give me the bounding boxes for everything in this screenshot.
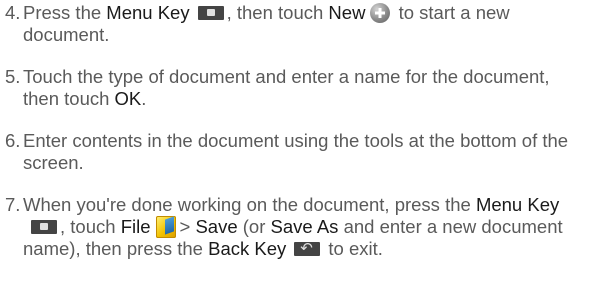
step-text: When you're done working on the document…: [23, 194, 585, 260]
step-text-segment: Touch the type of document and enter a n…: [23, 66, 550, 109]
step-text-segment: , then touch: [226, 2, 324, 23]
menu-key-icon: [197, 6, 224, 20]
new-label: New: [328, 2, 366, 23]
save-as-label: Save As: [270, 216, 339, 237]
step-6: 6. Enter contents in the document using …: [5, 130, 585, 174]
step-7: 7. When you're done working on the docum…: [5, 194, 585, 260]
step-text-segment: (or: [242, 216, 266, 237]
step-number: 4.: [5, 2, 21, 23]
back-key-icon: [294, 238, 321, 258]
back-key-label: Back Key: [208, 238, 287, 259]
menu-key-label: Menu Key: [106, 2, 190, 23]
menu-key-icon: [31, 220, 57, 234]
step-text: Enter contents in the document using the…: [23, 130, 585, 174]
step-number: 7.: [5, 194, 21, 215]
step-text-segment: When you're done working on the document…: [23, 194, 471, 215]
step-5: 5. Touch the type of document and enter …: [5, 66, 585, 110]
menu-key-label: Menu Key: [475, 194, 560, 215]
step-number: 5.: [5, 66, 21, 87]
step-text: Touch the type of document and enter a n…: [23, 66, 585, 110]
step-number: 6.: [5, 130, 21, 151]
ok-label: OK: [114, 88, 142, 109]
step-text-segment: .: [141, 88, 147, 109]
step-text-segment: Enter contents in the document using the…: [23, 130, 569, 173]
step-text: Press the Menu Key, then touch New to st…: [23, 2, 585, 46]
step-text-segment: , touch: [60, 216, 116, 237]
step-text-segment: to exit.: [328, 238, 383, 259]
file-folder-icon: [155, 216, 176, 238]
save-label: Save: [195, 216, 238, 237]
step-text-segment: >: [179, 216, 191, 237]
step-4: 4. Press the Menu Key, then touch New to…: [5, 2, 585, 46]
step-text-segment: Press the: [23, 2, 102, 23]
new-plus-icon: [370, 3, 391, 23]
file-label: File: [120, 216, 151, 237]
